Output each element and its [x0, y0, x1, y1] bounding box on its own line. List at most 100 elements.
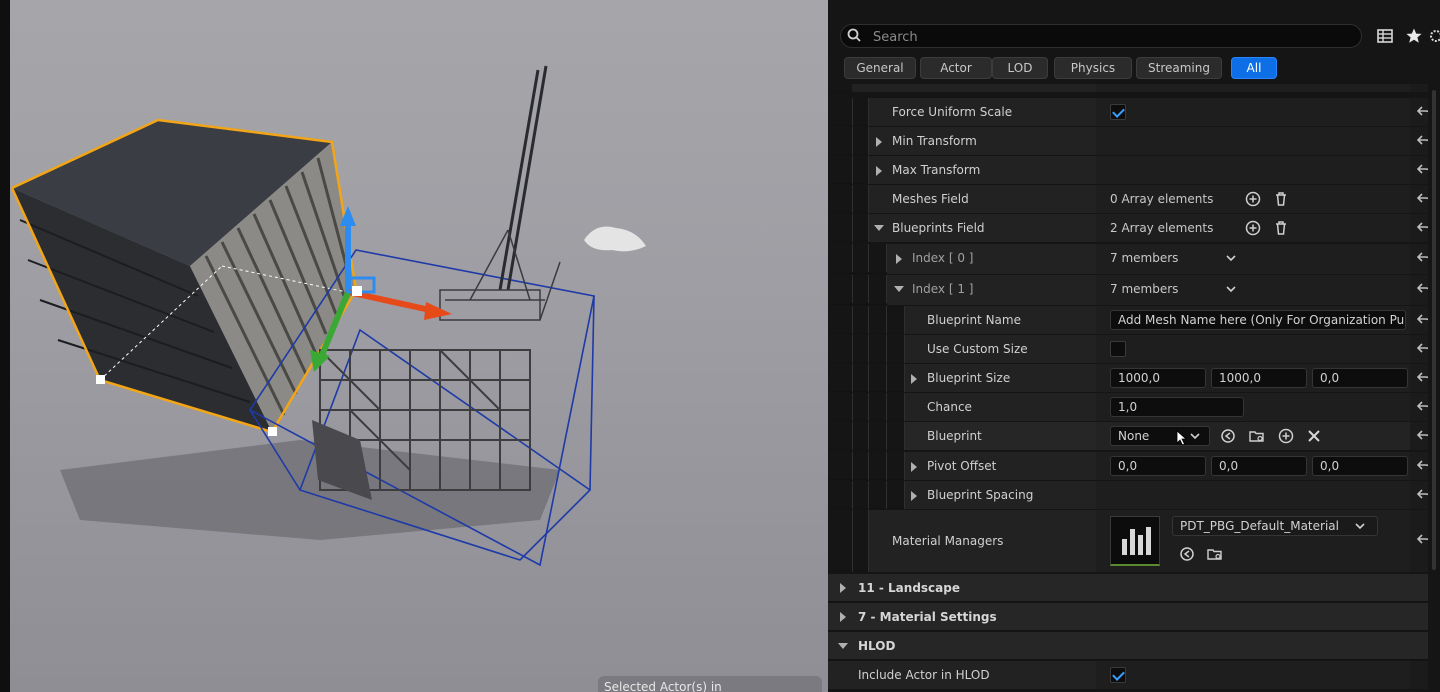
clipped-row — [828, 84, 1440, 92]
material-asset-value: PDT_PBG_Default_Material — [1180, 519, 1339, 533]
section-material-settings[interactable]: 7 - Material Settings — [828, 603, 1440, 631]
expand-arrow-icon[interactable] — [911, 462, 917, 472]
property-row-index-1[interactable]: Index [ 1 ] 7 members — [828, 275, 1440, 305]
trash-icon[interactable] — [1273, 191, 1289, 207]
material-asset-picker[interactable]: PDT_PBG_Default_Material — [1172, 516, 1378, 536]
tab-actor[interactable]: Actor — [920, 57, 992, 79]
blueprint-name-input[interactable]: Add Mesh Name here (Only For Organizatio… — [1110, 310, 1406, 330]
section-label: 7 - Material Settings — [858, 610, 997, 624]
search-input[interactable] — [871, 27, 1345, 47]
trash-icon[interactable] — [1273, 220, 1289, 236]
chevron-down-icon[interactable] — [1354, 520, 1366, 532]
chevron-down-icon[interactable] — [1189, 430, 1201, 442]
property-label: Index [ 0 ] — [912, 251, 974, 265]
collapse-arrow-icon[interactable] — [838, 643, 848, 649]
section-hlod[interactable]: HLOD — [828, 632, 1440, 660]
property-row-min-transform[interactable]: Min Transform — [828, 127, 1440, 155]
include-actor-in-hlod-checkbox[interactable] — [1110, 667, 1126, 683]
pivot-offset-x-field[interactable]: 0,0 — [1110, 456, 1206, 476]
section-label: 11 - Landscape — [858, 581, 960, 595]
chance-field[interactable]: 1,0 — [1110, 397, 1244, 417]
tab-all[interactable]: All — [1231, 57, 1277, 79]
property-row-pivot-offset[interactable]: Pivot Offset 0,0 0,0 0,0 — [828, 452, 1440, 480]
tab-general[interactable]: General — [844, 57, 916, 79]
section-label: HLOD — [858, 639, 896, 653]
property-row-chance: Chance 1,0 — [828, 393, 1440, 421]
property-label: Material Managers — [892, 534, 1004, 548]
tab-physics[interactable]: Physics — [1054, 57, 1132, 79]
blueprint-picker-value: None — [1118, 429, 1150, 443]
star-icon[interactable] — [1405, 27, 1423, 45]
viewport-status-text: Selected Actor(s) in — [598, 676, 822, 692]
property-label: Blueprint — [927, 429, 982, 443]
force-uniform-scale-checkbox[interactable] — [1110, 104, 1126, 120]
asset-thumbnail-icon — [1122, 527, 1151, 555]
property-label: Blueprint Spacing — [927, 488, 1034, 502]
expand-arrow-icon[interactable] — [896, 254, 902, 264]
details-panel: General Actor LOD Physics Streaming All … — [828, 0, 1440, 692]
expand-arrow-icon[interactable] — [840, 612, 846, 622]
browse-folder-icon[interactable] — [1249, 428, 1265, 444]
chevron-down-icon[interactable] — [1225, 252, 1237, 264]
pivot-offset-z-field[interactable]: 0,0 — [1312, 456, 1408, 476]
table-icon[interactable] — [1376, 27, 1394, 45]
use-selected-icon[interactable] — [1179, 546, 1195, 562]
property-row-blueprint-name: Blueprint Name Add Mesh Name here (Only … — [828, 306, 1440, 334]
array-count: 0 Array elements — [1110, 192, 1214, 206]
browse-folder-icon[interactable] — [1207, 546, 1223, 562]
property-label: Max Transform — [892, 163, 981, 177]
array-count: 2 Array elements — [1110, 221, 1214, 235]
property-label: Blueprints Field — [892, 221, 985, 235]
expand-arrow-icon[interactable] — [911, 491, 917, 501]
blueprint-size-x-field[interactable]: 1000,0 — [1110, 368, 1206, 388]
search-icon — [847, 28, 861, 42]
clear-icon[interactable] — [1306, 428, 1322, 444]
property-label: Use Custom Size — [927, 342, 1028, 356]
property-row-index-0[interactable]: Index [ 0 ] 7 members — [828, 244, 1440, 274]
tab-lod[interactable]: LOD — [992, 57, 1048, 79]
mouse-cursor-icon — [1176, 430, 1188, 446]
asset-thumbnail[interactable] — [1110, 516, 1160, 566]
add-element-icon[interactable] — [1245, 220, 1261, 236]
expand-arrow-icon[interactable] — [840, 583, 846, 593]
blueprint-size-z-field[interactable]: 0,0 — [1312, 368, 1408, 388]
property-row-blueprint-spacing[interactable]: Blueprint Spacing — [828, 481, 1440, 509]
property-row-use-custom-size: Use Custom Size — [828, 335, 1440, 363]
property-row-material-managers: Material Managers PDT_PBG_Default_Materi… — [828, 510, 1440, 572]
property-row-blueprints-field[interactable]: Blueprints Field 2 Array elements — [828, 214, 1440, 242]
property-row-max-transform[interactable]: Max Transform — [828, 156, 1440, 184]
property-row-force-uniform-scale: Force Uniform Scale — [828, 98, 1440, 126]
expand-arrow-icon[interactable] — [911, 374, 917, 384]
expand-arrow-icon[interactable] — [876, 166, 882, 176]
expand-arrow-icon[interactable] — [876, 137, 882, 147]
members-count: 7 members — [1110, 282, 1179, 296]
tab-streaming[interactable]: Streaming — [1136, 57, 1222, 79]
use-selected-icon[interactable] — [1220, 428, 1236, 444]
panel-top-bar — [828, 0, 1440, 16]
details-scrollbar-thumb[interactable] — [1432, 90, 1436, 570]
chevron-down-icon[interactable] — [1225, 283, 1237, 295]
settings-icon[interactable] — [1428, 27, 1440, 45]
blueprint-size-y-field[interactable]: 1000,0 — [1211, 368, 1307, 388]
add-element-icon[interactable] — [1245, 191, 1261, 207]
search-box[interactable] — [840, 24, 1362, 48]
section-landscape[interactable]: 11 - Landscape — [828, 574, 1440, 602]
collapse-arrow-icon[interactable] — [874, 225, 884, 231]
level-viewport[interactable]: Selected Actor(s) in — [0, 0, 828, 692]
property-row-blueprint: Blueprint None — [828, 422, 1440, 450]
property-list: Force Uniform Scale Min Transform Max Tr… — [828, 84, 1440, 692]
property-label: Pivot Offset — [927, 459, 997, 473]
property-row-include-actor-in-hlod: Include Actor in HLOD — [828, 661, 1440, 689]
property-label: Force Uniform Scale — [892, 105, 1013, 119]
property-label: Index [ 1 ] — [912, 282, 974, 296]
pivot-offset-y-field[interactable]: 0,0 — [1211, 456, 1307, 476]
rock-mesh — [584, 226, 646, 252]
scene-render — [10, 65, 646, 567]
property-row-meshes-field: Meshes Field 0 Array elements — [828, 185, 1440, 213]
property-label: Meshes Field — [892, 192, 969, 206]
property-row-blueprint-size[interactable]: Blueprint Size 1000,0 1000,0 0,0 — [828, 364, 1440, 392]
use-custom-size-checkbox[interactable] — [1110, 341, 1126, 357]
add-icon[interactable] — [1278, 428, 1294, 444]
collapse-arrow-icon[interactable] — [894, 286, 904, 292]
property-label: Blueprint Size — [927, 371, 1011, 385]
